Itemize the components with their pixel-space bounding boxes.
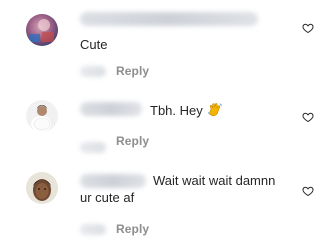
timestamp-redacted: [80, 66, 106, 77]
timestamp-redacted: [80, 224, 106, 235]
comment-3: Wait wait wait damnn ur cute af Reply: [0, 164, 336, 246]
comment-1: Cute Reply: [0, 0, 336, 85]
comment-text: Tbh. Hey: [150, 102, 223, 119]
comment-text-content: Tbh. Hey: [150, 103, 203, 118]
timestamp-redacted: [80, 142, 106, 153]
reply-button[interactable]: Reply: [116, 64, 149, 78]
comment-text-line2: ur cute af: [80, 190, 135, 205]
heart-outline-icon[interactable]: [302, 22, 314, 34]
heart-outline-icon[interactable]: [302, 185, 314, 197]
avatar[interactable]: [26, 14, 58, 46]
avatar[interactable]: [26, 100, 58, 132]
reply-button[interactable]: Reply: [116, 134, 149, 148]
username-redacted[interactable]: [80, 174, 146, 188]
comment-text: Cute: [80, 37, 108, 52]
heart-outline-icon[interactable]: [302, 111, 314, 123]
reply-button[interactable]: Reply: [116, 222, 149, 236]
avatar[interactable]: [26, 172, 58, 204]
comment-text-line1: Wait wait wait damnn: [153, 173, 276, 188]
username-redacted[interactable]: [80, 102, 142, 116]
waving-hand-emoji: [207, 102, 223, 118]
username-redacted[interactable]: [80, 12, 258, 26]
comment-2: Tbh. Hey Reply: [0, 86, 336, 164]
